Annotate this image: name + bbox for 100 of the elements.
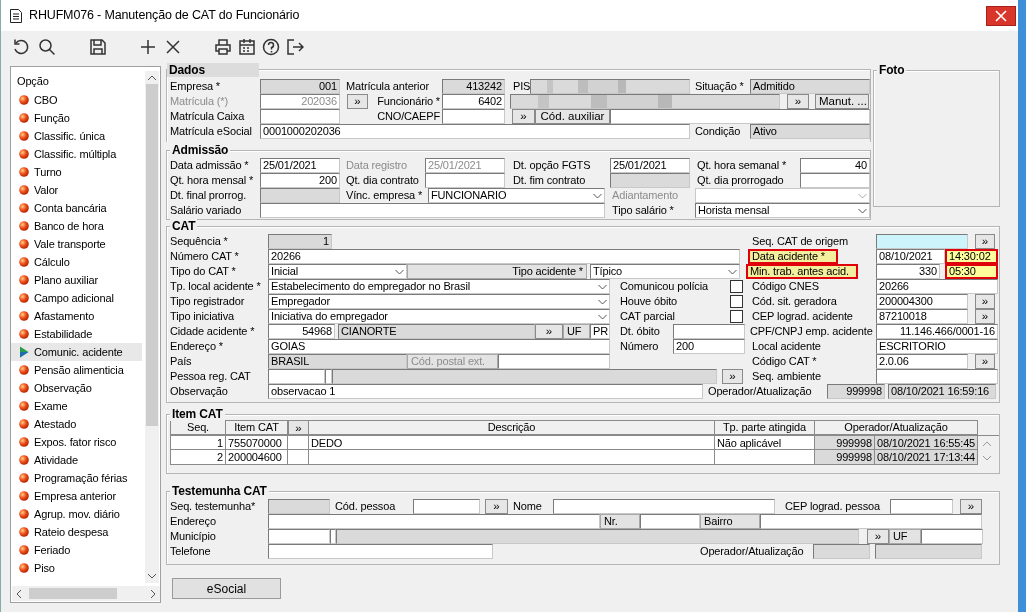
dropdown[interactable]: Horista mensal xyxy=(695,203,870,218)
input-field[interactable] xyxy=(336,529,859,544)
dropdown[interactable]: Iniciativa do empregador xyxy=(268,309,610,324)
input-field[interactable] xyxy=(442,109,505,124)
sidebar-item[interactable]: Pensão alimenticia xyxy=(11,361,142,379)
input-field[interactable] xyxy=(921,529,983,544)
input-field[interactable] xyxy=(890,499,953,514)
input-field[interactable]: 001 xyxy=(260,79,340,94)
input-field[interactable] xyxy=(610,109,870,124)
input-field[interactable]: 999998 xyxy=(827,384,885,399)
sidebar-item[interactable]: Campo adicional xyxy=(11,289,142,307)
dropdown[interactable]: Inicial xyxy=(268,264,407,279)
form-button[interactable]: » xyxy=(867,529,889,544)
input-field[interactable]: Ativo xyxy=(750,124,870,139)
input-field[interactable]: 25/01/2021 xyxy=(260,158,340,173)
form-button[interactable]: » xyxy=(975,309,995,324)
input-field[interactable]: 14:30:02 xyxy=(945,249,998,264)
sidebar-item[interactable]: Plano auxiliar xyxy=(11,271,142,289)
form-button[interactable]: » xyxy=(535,324,563,339)
input-field[interactable] xyxy=(875,544,982,559)
sidebar-item[interactable]: CBO xyxy=(11,91,142,109)
sidebar-item[interactable]: Rateio despesa xyxy=(11,523,142,541)
scroll-left-icon[interactable] xyxy=(16,589,22,599)
input-field[interactable]: GOIAS xyxy=(268,339,610,354)
sidebar-item[interactable]: Atestado xyxy=(11,415,142,433)
dropdown[interactable]: Típico xyxy=(590,264,740,279)
sidebar-item[interactable]: Programação férias xyxy=(11,469,142,487)
sidebar-item[interactable]: Afastamento xyxy=(11,307,142,325)
sidebar-item[interactable]: Vale transporte xyxy=(11,235,142,253)
form-button[interactable]: » xyxy=(975,234,995,249)
input-field[interactable]: 202036 xyxy=(260,94,340,109)
sidebar-item[interactable]: Cálculo xyxy=(11,253,142,271)
input-field[interactable] xyxy=(260,188,340,203)
input-field[interactable]: 08/10/2021 16:59:16 xyxy=(888,384,996,399)
form-button[interactable]: » xyxy=(512,109,535,124)
sidebar-item[interactable]: Piso xyxy=(11,559,142,577)
input-field[interactable]: Admitido xyxy=(750,79,870,94)
form-button[interactable]: » xyxy=(787,94,809,109)
form-button[interactable]: » xyxy=(960,499,982,514)
close-button[interactable] xyxy=(986,5,1016,26)
sidebar-item[interactable]: Atividade xyxy=(11,451,142,469)
input-field[interactable]: 87210018 xyxy=(876,309,968,324)
scroll-up-icon[interactable] xyxy=(147,75,157,81)
form-button[interactable]: » xyxy=(975,294,995,309)
scroll-down-icon[interactable] xyxy=(147,573,157,579)
input-field[interactable] xyxy=(413,499,480,514)
input-field[interactable] xyxy=(260,203,605,218)
scroll-right-icon[interactable] xyxy=(150,589,156,599)
input-field[interactable] xyxy=(260,109,340,124)
input-field[interactable] xyxy=(498,354,610,369)
form-button[interactable]: » xyxy=(347,94,368,109)
sidebar-item[interactable]: Estabilidade xyxy=(11,325,142,343)
input-field[interactable]: 25/01/2021 xyxy=(610,158,690,173)
input-field[interactable] xyxy=(530,79,690,94)
input-field[interactable]: 200 xyxy=(260,173,340,188)
input-field[interactable]: 6402 xyxy=(442,94,505,109)
dropdown[interactable]: FUNCIONARIO xyxy=(428,188,605,203)
form-button[interactable]: » xyxy=(722,369,743,384)
checkbox[interactable] xyxy=(730,280,743,293)
input-field[interactable] xyxy=(332,369,717,384)
input-field[interactable] xyxy=(760,514,982,529)
input-field[interactable] xyxy=(268,529,330,544)
save-icon[interactable] xyxy=(89,38,107,56)
input-field[interactable]: BRASIL xyxy=(268,354,407,369)
scrollbar[interactable] xyxy=(145,71,159,583)
input-field[interactable]: 08/10/2021 xyxy=(876,249,945,264)
esocial-button[interactable]: eSocial xyxy=(172,578,281,599)
sidebar-item[interactable]: Feriado xyxy=(11,541,142,559)
undo-icon[interactable] xyxy=(12,38,30,56)
input-field[interactable] xyxy=(610,173,690,188)
sidebar-item[interactable]: Conta bancária xyxy=(11,199,142,217)
sidebar-item[interactable]: Turno xyxy=(11,163,142,181)
input-field[interactable]: PR xyxy=(590,324,610,339)
input-field[interactable]: 40 xyxy=(800,158,870,173)
form-button[interactable]: Manut. ... xyxy=(815,94,869,109)
sidebar-item[interactable]: Valor xyxy=(11,181,142,199)
calendar-icon[interactable] xyxy=(238,38,256,56)
input-field[interactable] xyxy=(425,173,505,188)
search-icon[interactable] xyxy=(38,38,56,56)
exit-icon[interactable] xyxy=(286,38,304,56)
input-field[interactable]: observacao 1 xyxy=(268,384,703,399)
input-field[interactable] xyxy=(268,369,325,384)
sidebar-item[interactable]: Exame xyxy=(11,397,142,415)
input-field[interactable] xyxy=(325,369,332,384)
input-field[interactable]: 25/01/2021 xyxy=(425,158,505,173)
input-field[interactable] xyxy=(876,369,998,384)
input-field[interactable]: 1 xyxy=(268,234,332,249)
input-field[interactable]: 0001000202036 xyxy=(260,124,690,139)
input-field[interactable] xyxy=(268,544,493,559)
input-field[interactable]: 20266 xyxy=(876,279,998,294)
form-button[interactable]: Cód. auxiliar xyxy=(535,109,610,124)
delete-icon[interactable] xyxy=(164,38,182,56)
form-button[interactable]: » xyxy=(485,499,508,514)
input-field[interactable] xyxy=(268,514,600,529)
help-icon[interactable] xyxy=(262,38,280,56)
sidebar-item[interactable]: Classific. única xyxy=(11,127,142,145)
input-field[interactable]: 05:30 xyxy=(945,264,998,279)
checkbox[interactable] xyxy=(730,310,743,323)
input-field[interactable]: ESCRITORIO xyxy=(876,339,998,354)
form-button[interactable]: » xyxy=(975,354,995,369)
